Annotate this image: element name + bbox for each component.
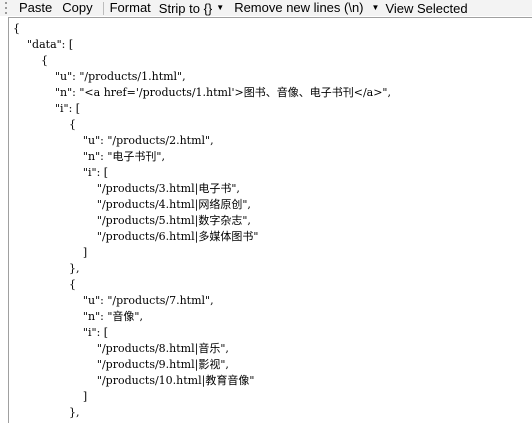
code-line[interactable]: "/products/8.html|音乐", [13, 341, 532, 357]
code-line[interactable]: ] [13, 389, 532, 405]
code-line[interactable]: { [13, 21, 532, 37]
app-window: Paste Copy Format Strip to {} ▼ Remove n… [0, 0, 532, 423]
code-line[interactable]: "/products/9.html|影视", [13, 357, 532, 373]
code-line[interactable]: ] [13, 245, 532, 261]
copy-button[interactable]: Copy [60, 0, 94, 16]
code-line[interactable]: "n": "<a href='/products/1.html'>图书、音像、电… [13, 85, 532, 101]
code-line[interactable]: "n": "电子书刊", [13, 149, 532, 165]
toolbar-grip-icon[interactable] [5, 2, 9, 14]
code-line[interactable]: "n": "音像", [13, 309, 532, 325]
code-line[interactable]: }, [13, 405, 532, 421]
code-line[interactable]: "/products/5.html|数字杂志", [13, 213, 532, 229]
remove-newlines-button[interactable]: Remove new lines (\n) [232, 0, 365, 16]
code-line[interactable]: "u": "/products/2.html", [13, 133, 532, 149]
code-line[interactable]: "/products/4.html|网络原创", [13, 197, 532, 213]
code-line[interactable]: "data": [ [13, 37, 532, 53]
strip-button-label: Strip to {} [158, 0, 213, 16]
code-line[interactable]: "i": [ [13, 325, 532, 341]
code-line[interactable]: "/products/10.html|教育音像" [13, 373, 532, 389]
code-line[interactable]: "/products/3.html|电子书", [13, 181, 532, 197]
chevron-down-icon[interactable]: ▼ [216, 0, 224, 16]
code-line[interactable]: { [13, 277, 532, 293]
code-line[interactable]: { [13, 53, 532, 69]
code-line[interactable]: { [13, 117, 532, 133]
code-line[interactable]: "u": "/products/7.html", [13, 293, 532, 309]
view-selected-dropdown[interactable]: ▼ View Selected [372, 0, 468, 16]
paste-button[interactable]: Paste [17, 0, 54, 16]
code-line[interactable]: "i": [ [13, 101, 532, 117]
strip-dropdown[interactable]: Strip to {} ▼ [159, 0, 224, 16]
toolbar-separator [102, 1, 104, 15]
toolbar: Paste Copy Format Strip to {} ▼ Remove n… [0, 0, 532, 16]
code-line[interactable]: "/products/6.html|多媒体图书" [13, 229, 532, 245]
code-line[interactable]: }, [13, 261, 532, 277]
json-editor[interactable]: { "data": [ { "u": "/products/1.html", "… [8, 17, 532, 423]
view-selected-label: View Selected [385, 0, 468, 16]
code-line[interactable]: "u": "/products/1.html", [13, 69, 532, 85]
code-line[interactable]: "i": [ [13, 165, 532, 181]
view-selected-chevron-icon[interactable]: ▼ [372, 0, 380, 16]
code-text[interactable]: { "data": [ { "u": "/products/1.html", "… [9, 18, 532, 423]
format-button[interactable]: Format [108, 0, 153, 16]
